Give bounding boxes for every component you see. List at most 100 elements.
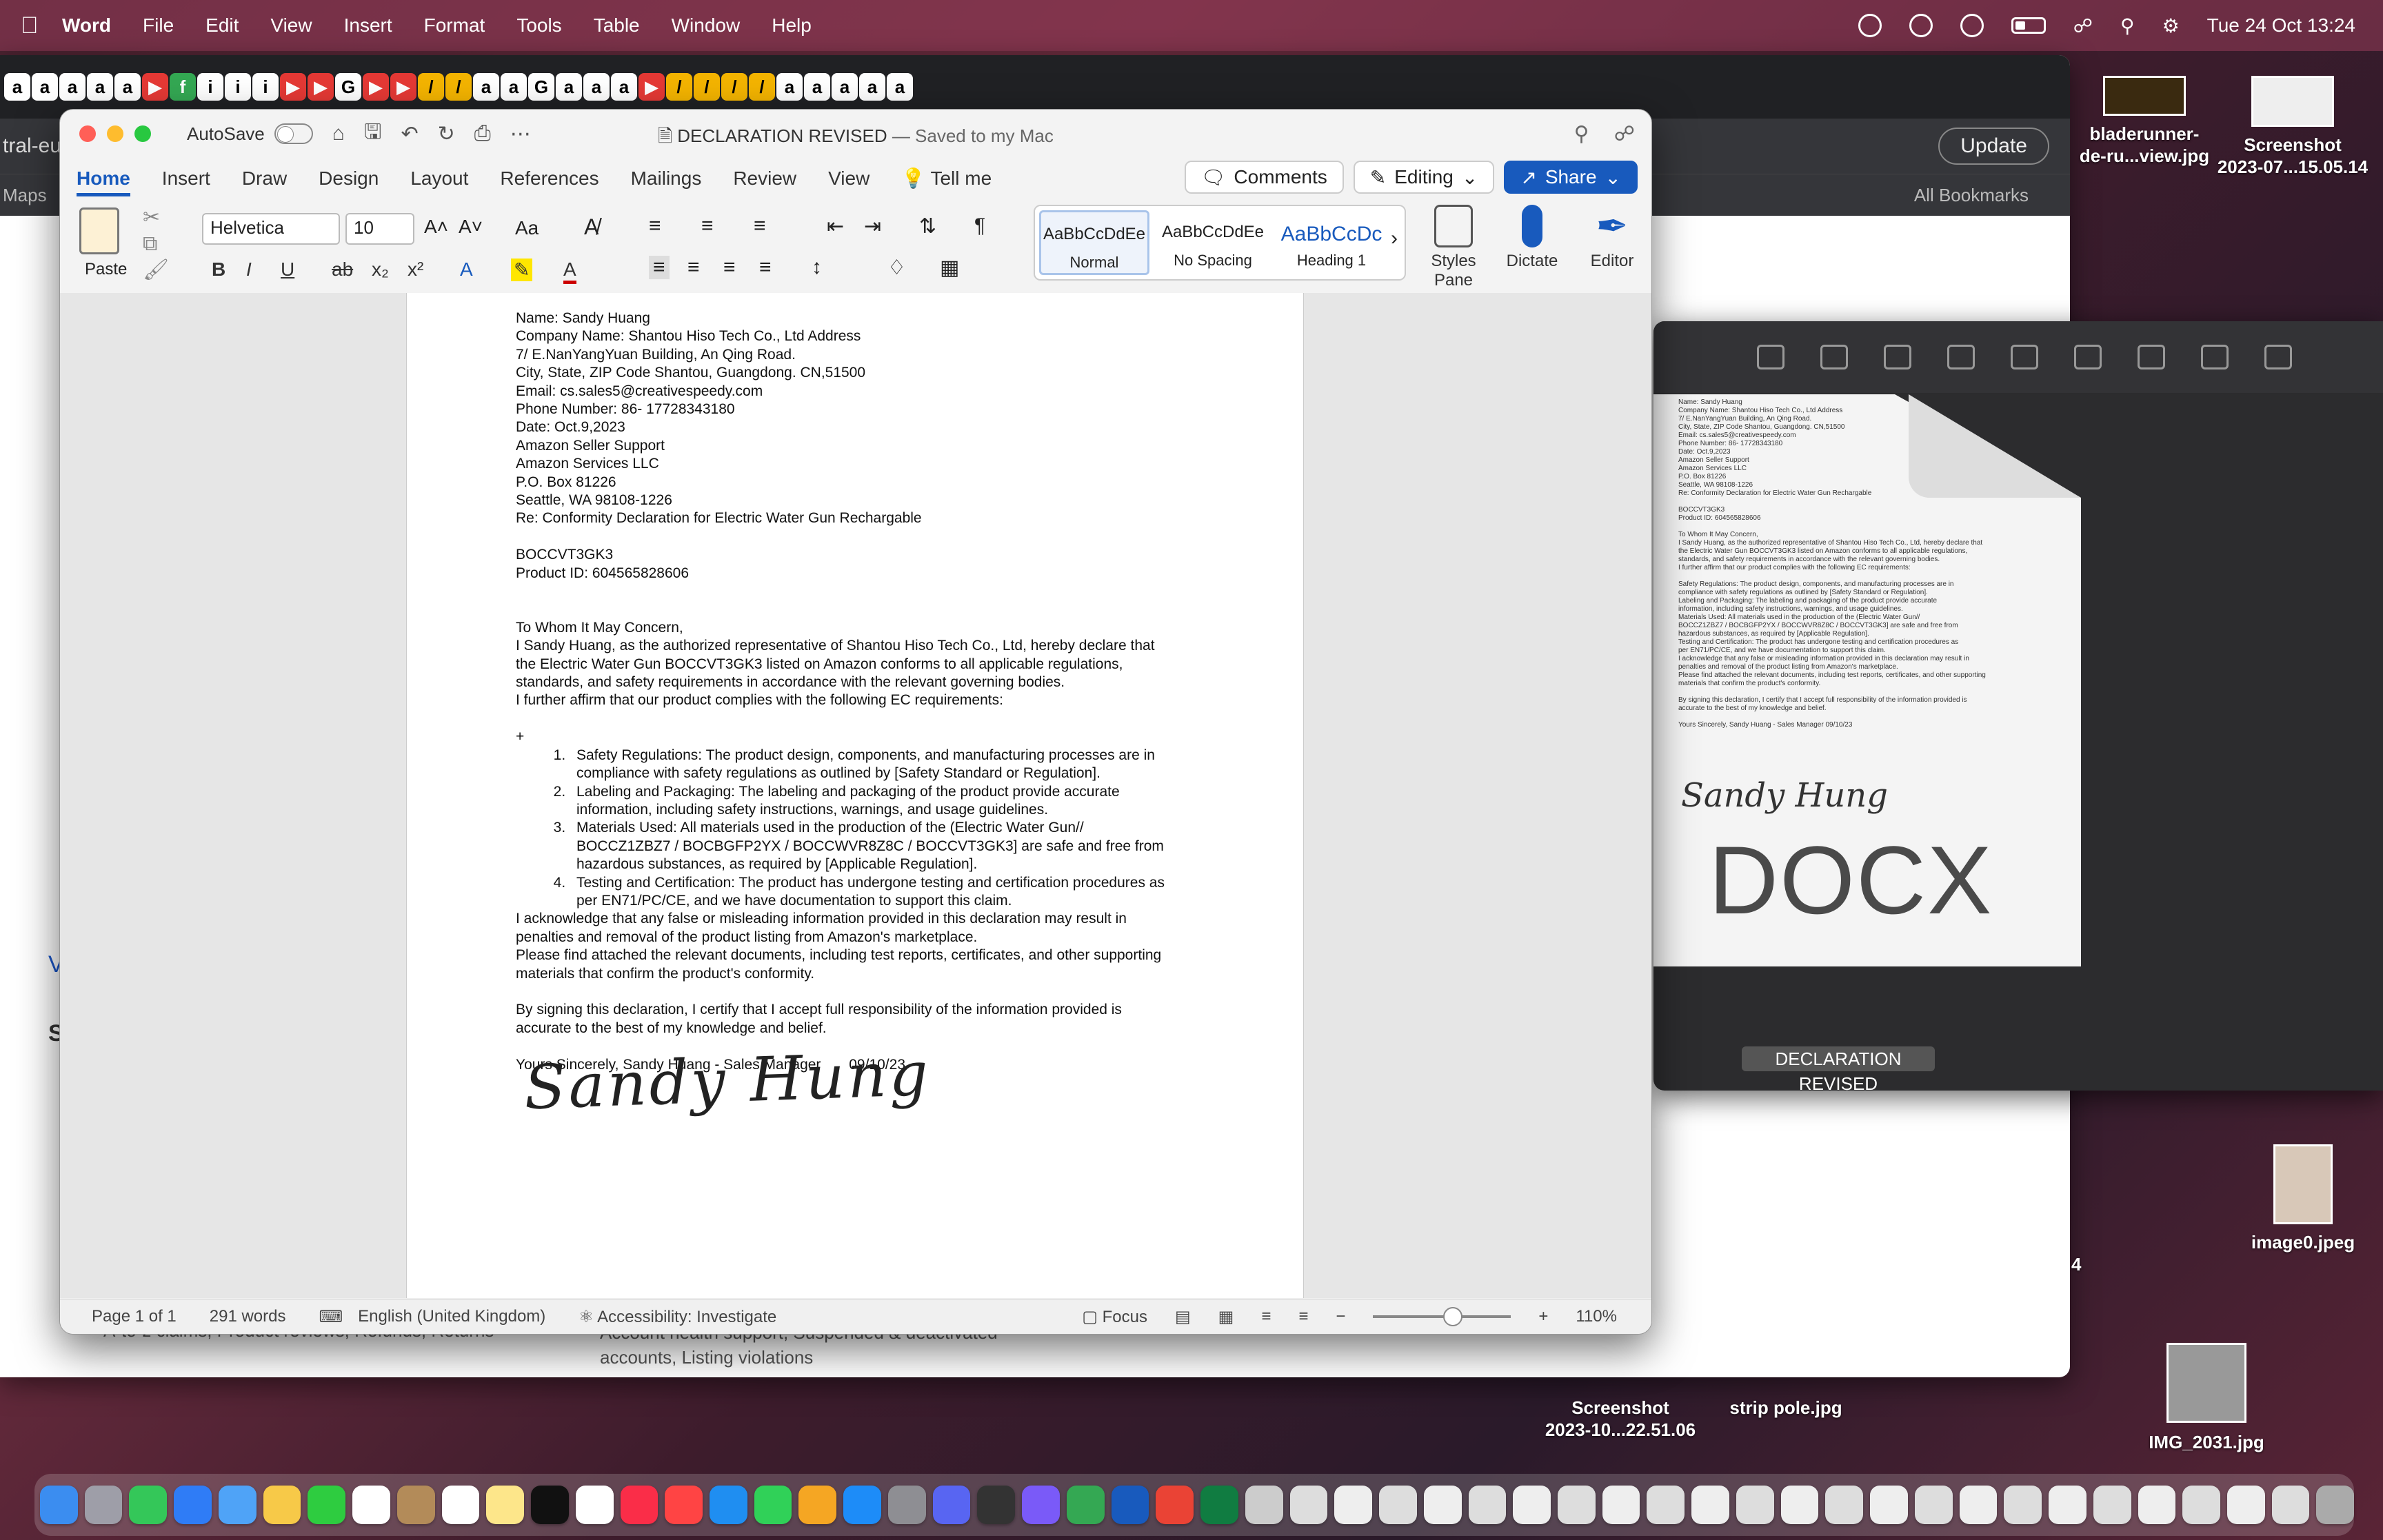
notes-icon[interactable] bbox=[486, 1486, 525, 1524]
play-icon[interactable] bbox=[1960, 14, 1984, 37]
tab-favicon-icon[interactable]: a bbox=[776, 73, 803, 101]
document-icon[interactable] bbox=[1334, 1486, 1373, 1524]
borders-icon[interactable]: ▦ bbox=[940, 256, 959, 280]
apple-menu-icon[interactable]:  bbox=[21, 12, 62, 39]
desktop-icon-image0[interactable]: image0.jpeg bbox=[2241, 1144, 2365, 1253]
editor-button[interactable]: ✒ Editor bbox=[1574, 205, 1650, 271]
document-icon[interactable] bbox=[1423, 1486, 1462, 1524]
chevron-right-icon[interactable]: › bbox=[1391, 206, 1398, 279]
increase-font-size-button[interactable]: A˄ bbox=[424, 216, 448, 238]
music-icon[interactable] bbox=[620, 1486, 658, 1524]
outline-view-icon[interactable]: ≡ bbox=[1261, 1307, 1271, 1326]
group-icon[interactable] bbox=[2011, 345, 2038, 369]
menu-window[interactable]: Window bbox=[672, 14, 741, 37]
paragraph-marks-icon[interactable]: ¶ bbox=[974, 214, 985, 238]
multilevel-list-icon[interactable]: ≡ bbox=[754, 214, 766, 238]
search-icon[interactable] bbox=[2264, 345, 2292, 369]
menu-tools[interactable]: Tools bbox=[516, 14, 561, 37]
word-count[interactable]: 291 words bbox=[210, 1307, 286, 1326]
shading-icon[interactable]: ♢ bbox=[887, 256, 906, 280]
tab-favicon-icon[interactable]: f bbox=[170, 73, 196, 101]
document-icon[interactable] bbox=[2093, 1486, 2131, 1524]
paste-icon[interactable] bbox=[79, 207, 119, 254]
tab-favicon-icon[interactable]: ▶ bbox=[280, 73, 306, 101]
share-icon[interactable] bbox=[2074, 345, 2102, 369]
decrease-font-size-button[interactable]: A˅ bbox=[459, 216, 483, 238]
tab-favicon-icon[interactable]: / bbox=[694, 73, 720, 101]
menu-insert[interactable]: Insert bbox=[344, 14, 392, 37]
superscript-button[interactable]: x² bbox=[408, 259, 423, 281]
print-layout-icon[interactable]: ▤ bbox=[1175, 1307, 1191, 1327]
document-icon[interactable] bbox=[2004, 1486, 2042, 1524]
menu-view[interactable]: View bbox=[270, 14, 312, 37]
tab-design[interactable]: Design bbox=[319, 168, 379, 196]
tab-favicon-icon[interactable]: a bbox=[32, 73, 58, 101]
torrent-app-icon[interactable] bbox=[1066, 1486, 1105, 1524]
bold-button[interactable]: B bbox=[212, 259, 225, 281]
messages-icon[interactable] bbox=[129, 1486, 168, 1524]
finder-icon[interactable] bbox=[40, 1486, 78, 1524]
more-icon[interactable] bbox=[2201, 345, 2229, 369]
all-bookmarks-link[interactable]: All Bookmarks bbox=[1914, 185, 2029, 206]
document-icon[interactable] bbox=[2182, 1486, 2220, 1524]
tell-me[interactable]: 💡 Tell me bbox=[901, 167, 992, 196]
cut-icon[interactable]: ✂ bbox=[143, 205, 169, 231]
discord-icon[interactable] bbox=[932, 1486, 971, 1524]
numbering-icon[interactable]: ≡ bbox=[701, 214, 714, 238]
page-count[interactable]: Page 1 of 1 bbox=[92, 1307, 177, 1326]
tag-icon[interactable] bbox=[2138, 345, 2165, 369]
tab-favicon-icon[interactable]: i bbox=[252, 73, 279, 101]
document-icon[interactable] bbox=[1691, 1486, 1729, 1524]
menu-table[interactable]: Table bbox=[594, 14, 640, 37]
browser-app-icon[interactable] bbox=[1022, 1486, 1060, 1524]
tab-favicon-icon[interactable]: ▶ bbox=[639, 73, 665, 101]
tab-favicon-icon[interactable]: a bbox=[114, 73, 141, 101]
tab-favicon-icon[interactable]: / bbox=[721, 73, 747, 101]
style-no-spacing[interactable]: AaBbCcDdEe No Spacing bbox=[1158, 210, 1268, 275]
menu-format[interactable]: Format bbox=[424, 14, 485, 37]
search-icon[interactable]: ⚲ bbox=[1574, 122, 1589, 146]
column-view-icon[interactable] bbox=[1884, 345, 1911, 369]
tab-favicon-icon[interactable]: / bbox=[445, 73, 472, 101]
zoom-level[interactable]: 110% bbox=[1576, 1307, 1617, 1326]
tab-favicon-icon[interactable]: a bbox=[59, 73, 86, 101]
document-icon[interactable] bbox=[1468, 1486, 1507, 1524]
numbers-icon[interactable] bbox=[754, 1486, 792, 1524]
document-page[interactable]: Name: Sandy Huang Company Name: Shantou H… bbox=[406, 293, 1304, 1298]
document-icon[interactable] bbox=[1602, 1486, 1640, 1524]
tab-favicon-icon[interactable]: G bbox=[335, 73, 361, 101]
tab-insert[interactable]: Insert bbox=[162, 168, 210, 196]
tab-favicon-icon[interactable]: a bbox=[473, 73, 499, 101]
tab-favicon-icon[interactable]: a bbox=[556, 73, 582, 101]
font-color-icon[interactable]: A bbox=[563, 259, 576, 284]
calendar-icon[interactable] bbox=[352, 1486, 390, 1524]
align-right-icon[interactable]: ≡ bbox=[723, 256, 736, 279]
contacts-icon[interactable] bbox=[396, 1486, 435, 1524]
line-spacing-icon[interactable]: ↕ bbox=[812, 256, 822, 279]
document-body[interactable]: Name: Sandy Huang Company Name: Shantou H… bbox=[516, 310, 1192, 1074]
wifi-icon[interactable]: ☍ bbox=[2073, 14, 2093, 37]
tab-favicon-icon[interactable]: i bbox=[197, 73, 223, 101]
tab-draw[interactable]: Draw bbox=[242, 168, 287, 196]
underline-button[interactable]: U bbox=[281, 259, 294, 281]
desktop-icon-screenshot-1[interactable]: Screenshot 2023-07...15.05.14 bbox=[2206, 76, 2379, 178]
decrease-indent-icon[interactable]: ⇤ bbox=[827, 214, 844, 239]
tab-references[interactable]: References bbox=[500, 168, 599, 196]
web-layout-icon[interactable]: ▦ bbox=[1218, 1307, 1234, 1327]
highlight-icon[interactable]: ✎ bbox=[511, 259, 533, 281]
tab-favicon-icon[interactable]: a bbox=[87, 73, 113, 101]
document-icon[interactable] bbox=[2049, 1486, 2087, 1524]
share-button[interactable]: ↗ Share ⌄ bbox=[1504, 161, 1638, 194]
clock[interactable]: Tue 24 Oct 13:24 bbox=[2207, 14, 2355, 37]
control-center-icon[interactable]: ⚙ bbox=[2162, 14, 2180, 37]
zoom-in-icon[interactable]: + bbox=[1538, 1307, 1548, 1326]
clear-formatting-icon[interactable]: A̸ bbox=[584, 214, 599, 240]
document-icon[interactable] bbox=[1379, 1486, 1417, 1524]
freeform-icon[interactable] bbox=[575, 1486, 614, 1524]
tab-favicon-icon[interactable]: ▶ bbox=[390, 73, 416, 101]
tab-view[interactable]: View bbox=[828, 168, 869, 196]
tab-favicon-icon[interactable]: a bbox=[611, 73, 637, 101]
accessibility-status[interactable]: ⚛ Accessibility: Investigate bbox=[579, 1307, 776, 1327]
align-left-icon[interactable]: ≡ bbox=[649, 256, 670, 279]
torrent-icon[interactable] bbox=[1909, 14, 1933, 37]
